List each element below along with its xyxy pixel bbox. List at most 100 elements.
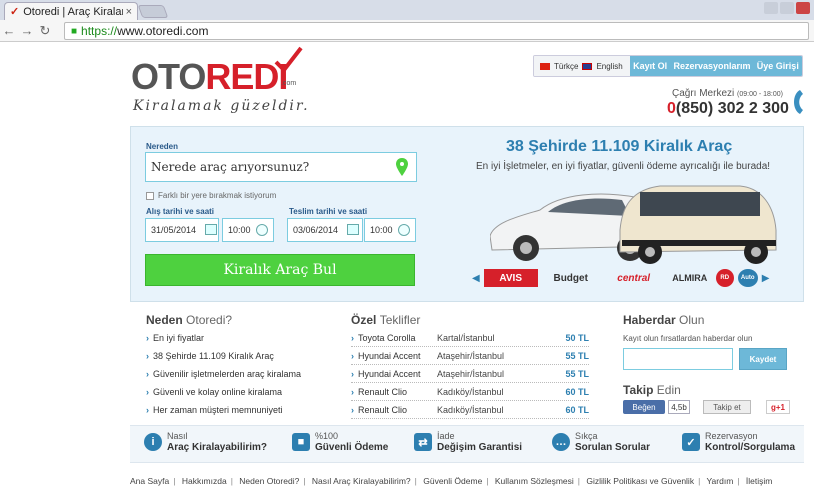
feature-bar: i Nasıl Araç Kiralayabilirim? ■ %100 Güven… xyxy=(130,425,804,463)
brand-budget[interactable]: Budget xyxy=(542,269,600,287)
offer-row[interactable]: Renault ClioKadıköy/İstanbul60 TL xyxy=(351,401,589,419)
clipboard-icon: ✓ xyxy=(682,433,700,451)
follow-heading: Takip Edin xyxy=(623,383,681,397)
list-item: 38 Şehirde 11.109 Kiralık Araç xyxy=(146,351,326,361)
lock-icon: ■ xyxy=(292,433,310,451)
from-label: Nereden xyxy=(146,142,179,151)
browser-tab[interactable]: ✓ Otoredi | Araç Kiralama, A × xyxy=(4,2,138,20)
brand-auto[interactable]: Auto xyxy=(737,269,758,287)
different-return-checkbox[interactable] xyxy=(146,191,154,200)
offers-heading: Özel Teklifler xyxy=(351,313,421,327)
facebook-like-count: 4,5b xyxy=(668,400,690,414)
close-tab-icon[interactable]: × xyxy=(126,6,132,18)
url-host: www.otoredi.com xyxy=(117,24,209,38)
logo-check-icon xyxy=(274,46,303,74)
location-placeholder: Nerede araç arıyorsunuz? xyxy=(151,160,310,174)
feature-reservation-check[interactable]: ✓ Rezervasyon Kontrol/Sorgulama xyxy=(682,431,795,453)
footer-link[interactable]: Hakkımızda xyxy=(182,476,227,486)
footer-link[interactable]: Gizlilik Politikası ve Güvenlik xyxy=(586,476,694,486)
feature-faq[interactable]: … Sıkça Sorulan Sorular xyxy=(552,431,650,453)
brand-central[interactable]: central xyxy=(604,269,664,287)
new-tab-button[interactable] xyxy=(137,5,169,18)
newsletter-email-input[interactable] xyxy=(623,348,733,370)
footer-link[interactable]: Güvenli Ödeme xyxy=(423,476,482,486)
offer-row[interactable]: Toyota CorollaKartal/İstanbul50 TL xyxy=(351,329,589,347)
newsletter-save-button[interactable]: Kaydet xyxy=(739,348,787,370)
window-controls xyxy=(764,2,810,14)
brand-rd[interactable]: RD xyxy=(715,269,734,287)
lang-english[interactable]: English xyxy=(596,62,622,71)
favicon-icon: ✓ xyxy=(10,6,20,18)
facebook-like-button[interactable]: Beğen xyxy=(623,400,665,414)
list-item: En iyi fiyatlar xyxy=(146,333,326,343)
twitter-follow-button[interactable]: Takip et xyxy=(703,400,751,414)
brand-carousel: ◀ AVIS Budget central ALMIRA RD Auto ▶ xyxy=(472,268,794,288)
why-heading: Neden Otoredi? xyxy=(146,313,233,327)
browser-titlebar: ✓ Otoredi | Araç Kiralama, A × xyxy=(0,0,814,20)
browser-navbar: ← → ↻ ■ https:// www.otoredi.com xyxy=(0,20,814,42)
maximize-icon[interactable] xyxy=(780,2,794,14)
uk-flag-icon xyxy=(582,62,593,70)
account-menu: Kayıt Ol Rezervasyonlarım Üye Girişi xyxy=(630,56,802,76)
footer-link[interactable]: Yardım xyxy=(707,476,734,486)
feature-return-guarantee[interactable]: ⇄ İade Değişim Garantisi xyxy=(414,431,522,453)
close-window-icon[interactable] xyxy=(796,2,810,14)
offer-row[interactable]: Renault ClioKadıköy/İstanbul60 TL xyxy=(351,383,589,401)
lock-icon: ■ xyxy=(71,25,78,37)
logo-wordmark: OTOREDI xyxy=(131,56,288,97)
clock-icon[interactable] xyxy=(256,224,268,236)
offer-row[interactable]: Hyundai AccentAtaşehir/İstanbul55 TL xyxy=(351,347,589,365)
reload-icon[interactable]: ↻ xyxy=(36,23,54,39)
calendar-icon[interactable] xyxy=(205,224,217,235)
newsletter-desc: Kayıt olun fırsatlardan haberdar olun xyxy=(623,334,753,343)
footer-links: Ana Sayfa | Hakkımızda | Neden Otoredi? | N… xyxy=(130,476,773,486)
lang-turkish[interactable]: Türkçe xyxy=(554,62,578,71)
footer-link[interactable]: Nasıl Araç Kiralayabilirim? xyxy=(312,476,411,486)
back-icon[interactable]: ← xyxy=(0,23,18,38)
newsletter-heading: Haberdar Olun xyxy=(623,313,705,327)
feature-how-to-rent[interactable]: i Nasıl Araç Kiralayabilirim? xyxy=(144,431,267,453)
footer-link[interactable]: İletişim xyxy=(746,476,772,486)
footer-link[interactable]: Neden Otoredi? xyxy=(239,476,299,486)
map-pin-icon xyxy=(396,158,408,176)
find-car-button[interactable]: Kiralık Araç Bul xyxy=(145,254,415,286)
location-input[interactable]: Nerede araç arıyorsunuz? xyxy=(145,152,417,182)
footer-link[interactable]: Kullanım Sözleşmesi xyxy=(495,476,574,486)
exchange-arrows-icon: ⇄ xyxy=(414,433,432,451)
list-item: Güvenli ve kolay online kiralama xyxy=(146,387,326,397)
logo-domain: .com xyxy=(281,80,297,87)
site-logo[interactable]: OTOREDI .com Kiralamak güzeldir. xyxy=(131,46,311,114)
google-plus-button[interactable]: g+1 xyxy=(766,400,790,414)
chat-icon: … xyxy=(552,433,570,451)
brand-almira[interactable]: ALMIRA xyxy=(668,269,712,287)
address-bar[interactable]: ■ https:// www.otoredi.com xyxy=(64,22,809,40)
url-scheme: https:// xyxy=(81,24,118,38)
different-return-option[interactable]: Farklı bir yere bırakmak istiyorum xyxy=(146,191,276,200)
calendar-icon[interactable] xyxy=(347,224,359,235)
tab-title: Otoredi | Araç Kiralama, A xyxy=(23,5,122,18)
offer-row[interactable]: Hyundai AccentAtaşehir/İstanbul55 TL xyxy=(351,365,589,383)
carousel-next-icon[interactable]: ▶ xyxy=(762,273,770,284)
info-icon: i xyxy=(144,433,162,451)
list-item: Her zaman müşteri memnuniyeti xyxy=(146,405,326,415)
carousel-prev-icon[interactable]: ◀ xyxy=(472,273,480,284)
language-switch: Türkçe English xyxy=(534,56,630,76)
cars-image xyxy=(490,185,777,264)
login-link[interactable]: Üye Girişi xyxy=(757,61,799,71)
slogan: Kiralamak güzeldir. xyxy=(133,98,310,114)
feature-secure-payment[interactable]: ■ %100 Güvenli Ödeme xyxy=(292,431,388,453)
promo-headline: 38 Şehirde 11.109 Kiralık Araç xyxy=(506,138,733,155)
call-center-label: Çağrı Merkezi (09:00 - 18:00) xyxy=(672,88,783,99)
minimize-icon[interactable] xyxy=(764,2,778,14)
footer-link[interactable]: Ana Sayfa xyxy=(130,476,169,486)
reservations-link[interactable]: Rezervasyonlarım xyxy=(673,61,750,71)
phone-number[interactable]: 0(850) 302 2 300 xyxy=(667,100,789,118)
forward-icon[interactable]: → xyxy=(18,23,36,38)
register-link[interactable]: Kayıt Ol xyxy=(633,61,667,71)
pickup-label: Alış tarihi ve saati xyxy=(146,207,215,216)
promo-subtitle: En iyi İşletmeler, en iyi fiyatlar, güve… xyxy=(476,161,771,172)
brand-avis[interactable]: AVIS xyxy=(483,269,538,287)
clock-icon[interactable] xyxy=(398,224,410,236)
phone-icon xyxy=(794,90,803,114)
list-item: Güvenilir işletmelerden araç kiralama xyxy=(146,369,326,379)
